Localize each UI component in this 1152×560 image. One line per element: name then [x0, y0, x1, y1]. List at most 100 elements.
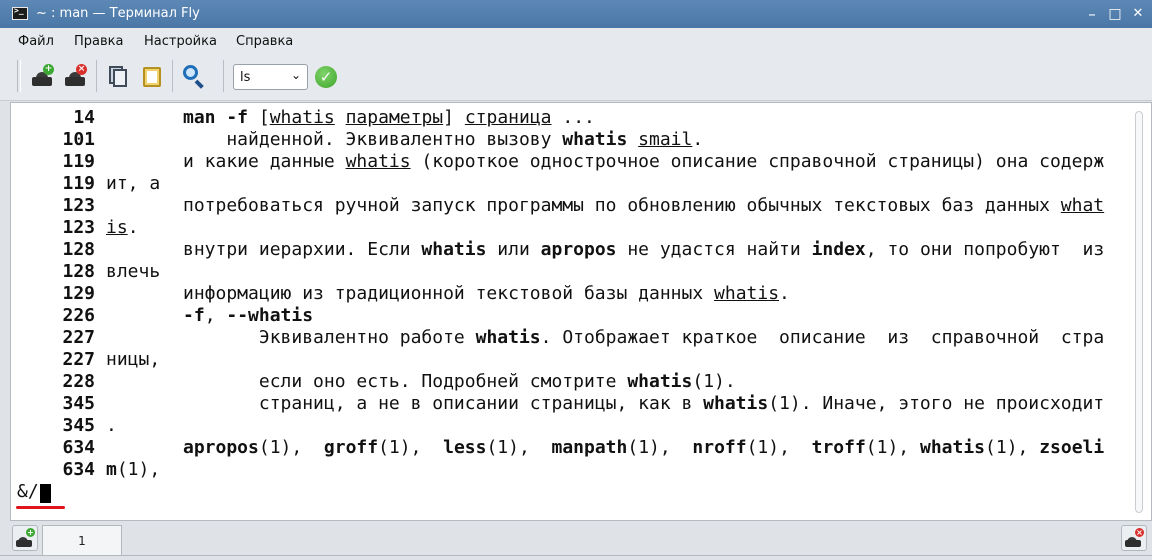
text-segment: (1),: [627, 437, 693, 458]
text-segment: [335, 107, 346, 128]
line-text: страниц, а не в описании страницы, как в…: [183, 393, 1104, 415]
title-bar: ~ : man — Терминал Fly – □ ✕: [0, 0, 1152, 28]
line-number: 345: [62, 393, 95, 414]
line-text: внутри иерархии. Если whatis или apropos…: [183, 239, 1104, 261]
text-segment: и какие данные: [183, 151, 346, 172]
command-prompt[interactable]: &/: [17, 481, 39, 503]
menu-edit[interactable]: Правка: [74, 34, 123, 49]
text-segment: index: [811, 239, 866, 260]
text-segment: .: [127, 217, 139, 238]
terminal-output[interactable]: 14 man -f [whatis параметры] страница ...…: [10, 102, 1152, 521]
line-continuation: влечь: [106, 261, 160, 283]
line-number: 119: [62, 151, 95, 172]
text-segment: apropos: [183, 437, 259, 458]
paste-button[interactable]: [140, 64, 164, 88]
text-segment: страница: [464, 107, 552, 128]
toolbar-grip[interactable]: [17, 60, 21, 92]
minimize-button[interactable]: –: [1081, 3, 1103, 25]
text-segment: less: [443, 437, 487, 458]
line-text: потребоваться ручной запуск программы по…: [183, 195, 1104, 217]
text-segment: manpath: [551, 437, 628, 458]
text-segment: потребоваться ручной запуск программы по…: [183, 195, 1061, 216]
tab-bar: + 1 ×: [0, 521, 1152, 560]
chevron-down-icon: ⌄: [290, 68, 301, 82]
line-continuation: is.: [106, 217, 139, 239]
line-continuation: ит, а: [106, 173, 160, 195]
highlight-underline: [16, 506, 65, 509]
line-number: 227: [62, 327, 95, 348]
line-number: 226: [62, 305, 95, 326]
line-text: Эквивалентно работе whatis. Отображает к…: [183, 327, 1104, 349]
line-number: 345: [62, 415, 95, 436]
text-segment: .: [106, 415, 117, 436]
menu-bar: Файл Правка Настройка Справка: [0, 28, 1152, 54]
command-select-value: ls: [240, 70, 251, 85]
search-icon: [183, 65, 198, 80]
text-segment: не удастся найти: [616, 239, 812, 260]
menu-help[interactable]: Справка: [236, 34, 293, 49]
text-segment: zsoeli: [1039, 437, 1105, 458]
copy-button[interactable]: [105, 64, 129, 88]
text-segment: внутри иерархии. Если: [183, 239, 422, 260]
line-number: 634: [62, 459, 95, 480]
text-segment: whatis: [345, 151, 411, 172]
text-segment: whatis: [269, 107, 335, 128]
terminal-app-icon: [12, 6, 28, 20]
line-text: информацию из традиционной текстовой баз…: [183, 283, 790, 305]
text-segment: (1),: [378, 437, 444, 458]
line-text: man -f [whatis параметры] страница ...: [183, 107, 595, 129]
command-select[interactable]: ls ⌄: [233, 64, 308, 90]
line-number: 101: [62, 129, 95, 150]
text-segment: --whatis: [226, 305, 314, 326]
menu-settings[interactable]: Настройка: [144, 34, 217, 49]
text-segment: ницы,: [106, 349, 161, 370]
text-segment: найденной. Эквивалентно вызову: [183, 129, 563, 150]
line-number: 14: [73, 107, 95, 128]
text-segment: .: [692, 129, 704, 150]
new-session-button[interactable]: +: [30, 64, 54, 88]
maximize-button[interactable]: □: [1104, 3, 1126, 25]
text-segment: m: [106, 459, 117, 480]
text-segment: [627, 129, 638, 150]
text-segment: ит, а: [106, 173, 161, 194]
line-number: 128: [62, 239, 95, 260]
new-tab-button[interactable]: +: [12, 525, 38, 551]
scrollbar-thumb[interactable]: [1135, 111, 1143, 513]
text-segment: (1),: [865, 437, 920, 458]
text-segment: ]: [443, 107, 465, 128]
tab-1[interactable]: 1: [42, 525, 122, 556]
text-segment: (1),: [985, 437, 1040, 458]
text-segment: (1).: [692, 371, 736, 392]
text-segment: -f: [183, 305, 205, 326]
line-number: 123: [62, 195, 95, 216]
text-segment: если оно есть. Подробней смотрите: [183, 371, 628, 392]
text-segment: what: [1060, 195, 1105, 216]
line-text: -f, --whatis: [183, 305, 313, 327]
text-segment: whatis: [919, 437, 986, 458]
text-segment: (1). Иначе, этого не происходит: [768, 393, 1105, 414]
close-tab-button[interactable]: ×: [1121, 525, 1147, 551]
text-segment: [: [248, 107, 270, 128]
vertical-scrollbar[interactable]: [1131, 111, 1145, 513]
text-segment: Эквивалентно работе: [183, 327, 476, 348]
text-segment: groff: [323, 437, 379, 458]
text-segment: страниц, а не в описании страницы, как в: [183, 393, 704, 414]
text-segment: информацию из традиционной текстовой баз…: [183, 283, 715, 304]
close-session-button[interactable]: ×: [63, 64, 87, 88]
text-segment: (1),: [258, 437, 324, 458]
toolbar: + × ls ⌄ ✓: [0, 54, 1152, 101]
line-continuation: m(1),: [106, 459, 160, 481]
search-button[interactable]: [181, 64, 205, 89]
text-segment: ...: [551, 107, 595, 128]
text-segment: влечь: [106, 261, 161, 282]
line-text: найденной. Эквивалентно вызову whatis sm…: [183, 129, 703, 151]
text-segment: troff: [811, 437, 866, 458]
close-button[interactable]: ✕: [1127, 3, 1149, 25]
line-text: и какие данные whatis (короткое одностро…: [183, 151, 1104, 173]
line-number: 227: [62, 349, 95, 370]
apply-icon[interactable]: ✓: [315, 66, 337, 88]
text-segment: whatis: [714, 283, 780, 304]
menu-file[interactable]: Файл: [18, 34, 54, 49]
window-title: ~ : man — Терминал Fly: [36, 6, 200, 21]
text-segment: nroff: [692, 437, 747, 458]
